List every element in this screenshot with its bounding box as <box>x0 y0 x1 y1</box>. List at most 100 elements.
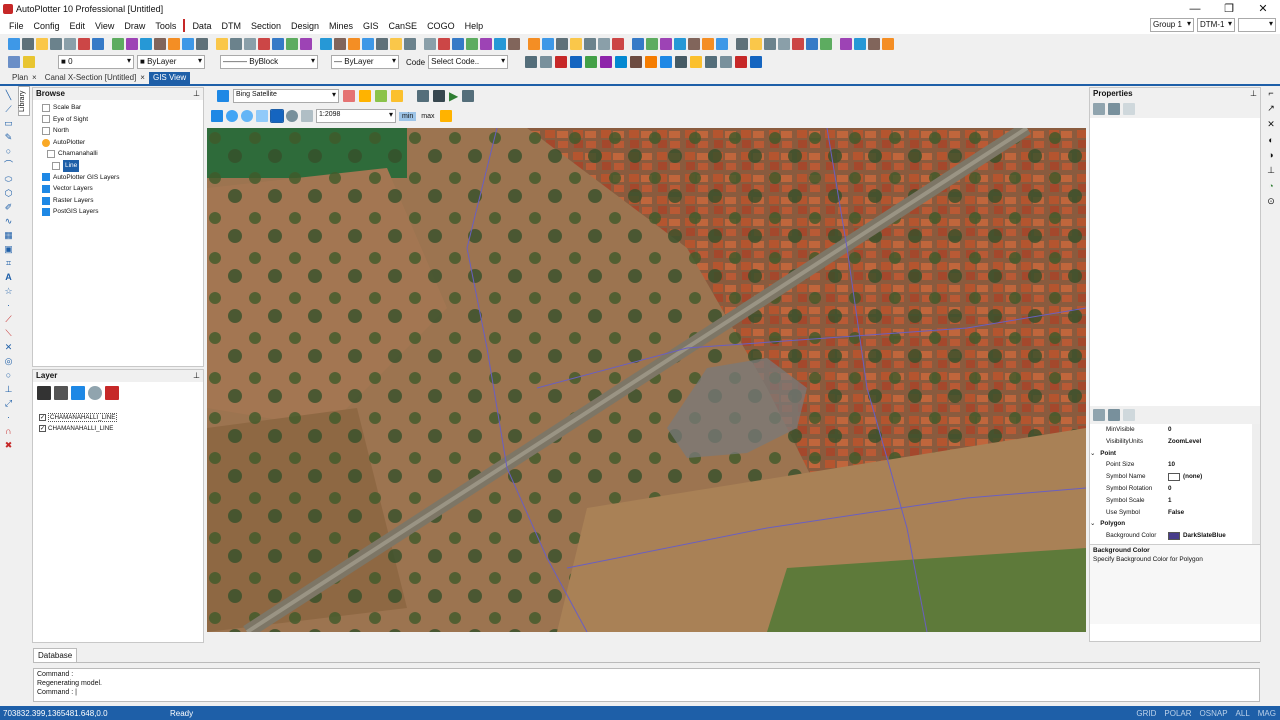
copy-icon[interactable] <box>272 38 284 50</box>
zoom-icon[interactable] <box>508 38 520 50</box>
menu-design[interactable]: Design <box>286 21 324 31</box>
dtm-select[interactable]: DTM-1 <box>1197 18 1235 32</box>
undo-icon[interactable] <box>300 38 312 50</box>
print-icon[interactable] <box>230 38 242 50</box>
property-row[interactable]: Symbol Name (none) <box>1090 471 1260 483</box>
tool-icon[interactable] <box>615 56 628 68</box>
tree-item[interactable]: Eye of Sight <box>37 114 203 126</box>
trim-tool-icon[interactable]: ⟍ <box>4 328 14 338</box>
tree-item[interactable]: Scale Bar <box>37 102 203 114</box>
pan-icon[interactable] <box>702 38 714 50</box>
alphabetical-icon[interactable] <box>1108 409 1120 421</box>
circle-tool-icon[interactable]: ○ <box>4 146 14 156</box>
copy-icon[interactable] <box>632 38 644 50</box>
cut-icon[interactable] <box>78 38 90 50</box>
menu-data[interactable]: Data <box>187 21 216 31</box>
tab-canal-x-section[interactable]: Canal X-Section [Untitled] × <box>41 72 149 84</box>
point-tool-icon[interactable]: · <box>4 412 14 422</box>
print-icon[interactable] <box>584 38 596 50</box>
snap-perp-icon[interactable]: ⊥ <box>1267 165 1275 176</box>
line-tool-icon[interactable]: ╲ <box>4 90 14 100</box>
property-value[interactable]: 0 <box>1168 483 1260 495</box>
scale-select[interactable]: 1:2098 <box>316 109 396 123</box>
polygon-tool-icon[interactable]: ⬡ <box>4 188 14 198</box>
layer-item[interactable]: ✓ CHAMANAHALLI_LINE <box>39 423 203 434</box>
refresh-icon[interactable] <box>71 386 85 400</box>
property-row[interactable]: Background Color DarkSlateBlue <box>1090 530 1260 542</box>
snap-tan-icon[interactable]: ◔ <box>1268 181 1273 191</box>
paste-icon[interactable] <box>286 38 298 50</box>
undo-icon[interactable] <box>840 38 852 50</box>
open-file-icon[interactable] <box>196 38 208 50</box>
layer-select[interactable]: ■ 0 <box>58 55 134 69</box>
print-icon[interactable] <box>50 38 62 50</box>
save-icon[interactable] <box>390 38 402 50</box>
add-layer-icon[interactable] <box>37 386 51 400</box>
pan-icon[interactable] <box>168 38 180 50</box>
pin-icon[interactable]: ⊥ <box>193 88 200 100</box>
tool-icon[interactable] <box>570 56 583 68</box>
delete-layer-icon[interactable] <box>105 386 119 400</box>
tree-item[interactable]: Line <box>37 159 203 172</box>
preview-icon[interactable] <box>424 38 436 50</box>
remove-layer-icon[interactable] <box>54 386 68 400</box>
open-file-icon[interactable] <box>556 38 568 50</box>
pan-icon[interactable] <box>882 38 894 50</box>
tree-item[interactable]: Raster Layers <box>37 195 203 207</box>
tool-icon[interactable] <box>540 56 553 68</box>
target-tool-icon[interactable]: ◎ <box>4 356 14 366</box>
menu-cogo[interactable]: COGO <box>422 21 460 31</box>
grid-toggle[interactable]: GRID <box>1136 709 1156 718</box>
menu-help[interactable]: Help <box>460 21 489 31</box>
tool-icon[interactable] <box>525 56 538 68</box>
property-value[interactable]: (none) <box>1168 471 1260 483</box>
export-icon[interactable] <box>433 90 445 102</box>
tree-item[interactable]: PostGIS Layers <box>37 206 203 218</box>
save-icon[interactable] <box>750 38 762 50</box>
delete-tool-icon[interactable]: ✖ <box>4 440 14 450</box>
ellipse-tool-icon[interactable]: ⬭ <box>4 174 14 184</box>
save-icon[interactable] <box>36 38 48 50</box>
cut-icon[interactable] <box>258 38 270 50</box>
block-tool-icon[interactable]: ▣ <box>4 244 14 254</box>
star-tool-icon[interactable]: ☆ <box>4 286 14 296</box>
add-layer-icon[interactable] <box>343 90 355 102</box>
property-value[interactable]: DarkSlateBlue <box>1168 530 1260 542</box>
preview-icon[interactable] <box>244 38 256 50</box>
pan-icon[interactable] <box>348 38 360 50</box>
property-value[interactable]: 10 <box>1168 459 1260 471</box>
new-file-icon[interactable] <box>716 38 728 50</box>
basemap-select[interactable]: Bing Satellite <box>233 89 339 103</box>
osnap-toggle[interactable]: OSNAP <box>1200 709 1228 718</box>
save-icon[interactable] <box>216 38 228 50</box>
layer-visibility-checkbox[interactable]: ✓ <box>39 414 46 421</box>
cut-icon[interactable] <box>612 38 624 50</box>
polyline-tool-icon[interactable]: ⟋ <box>4 104 14 114</box>
property-pages-icon[interactable] <box>1123 103 1135 115</box>
cut-icon[interactable] <box>792 38 804 50</box>
menu-tools[interactable]: Tools <box>150 21 181 31</box>
region-tool-icon[interactable]: ⌗ <box>4 258 14 268</box>
properties-scrollbar[interactable] <box>1252 424 1260 544</box>
snap-end-icon[interactable]: ⌐ <box>1268 88 1273 98</box>
menu-config[interactable]: Config <box>29 21 65 31</box>
pin-icon[interactable]: ⊥ <box>1250 88 1257 100</box>
tool-icon[interactable] <box>735 56 748 68</box>
maximize-button[interactable]: ❐ <box>1212 0 1246 17</box>
property-value[interactable]: 1 <box>1168 495 1260 507</box>
open-file-icon[interactable] <box>376 38 388 50</box>
tab-database[interactable]: Database <box>33 648 78 662</box>
zoom-icon[interactable] <box>154 38 166 50</box>
new-file-icon[interactable] <box>362 38 374 50</box>
pan-icon[interactable] <box>270 109 284 123</box>
tree-item[interactable]: Vector Layers <box>37 183 203 195</box>
pin-icon[interactable]: ⊥ <box>193 370 200 382</box>
redo-icon[interactable] <box>854 38 866 50</box>
property-value[interactable]: 0 <box>1168 424 1260 436</box>
offset-tool-icon[interactable]: ⊥ <box>4 384 14 394</box>
measure-tool-icon[interactable]: ⟋ <box>4 314 14 324</box>
pan-icon[interactable] <box>528 38 540 50</box>
copy-icon[interactable] <box>452 38 464 50</box>
new-file-icon[interactable] <box>182 38 194 50</box>
property-row[interactable]: ⌄ Point <box>1090 448 1260 460</box>
